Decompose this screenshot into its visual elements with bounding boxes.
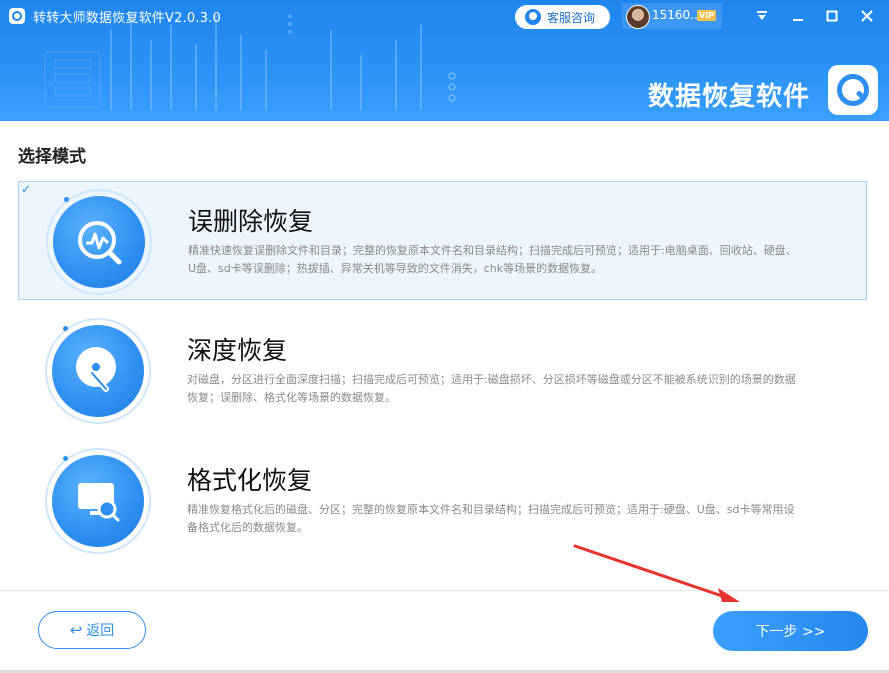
mode-name: 格式化恢复 (187, 466, 313, 495)
app-logo-icon (9, 8, 25, 24)
customer-service-icon (525, 9, 541, 25)
mode-name: 深度恢复 (187, 336, 288, 365)
customer-service-button[interactable]: 客服咨询 (515, 5, 610, 29)
maximize-button[interactable] (822, 6, 842, 26)
next-step-label: 下一步 >> (755, 624, 826, 640)
mode-description: 精准恢复格式化后的磁盘、分区；完整的恢复原本文件名和目录结构；扫描完成后可预览；… (187, 503, 795, 534)
back-arrow-icon: ↩ (69, 621, 83, 639)
mode-description: 精准快速恢复误删除文件和目录；完整的恢复原本文件名和目录结构；扫描完成后可预览；… (188, 244, 797, 275)
dropdown-icon (757, 11, 767, 20)
disk-scan-icon (52, 325, 144, 417)
checkmark-icon: ✓ (20, 182, 32, 196)
back-button-label: 返回 (86, 623, 115, 639)
brand-text: 数据恢复软件 (648, 82, 811, 112)
mode-description: 对磁盘，分区进行全面深度扫描；扫描完成后可预览；适用于:磁盘损坏、分区损坏等磁盘… (187, 373, 796, 404)
title-bar: 转转大师数据恢复软件V2.0.3.0 客服咨询 15160... VIP 数据恢… (0, 0, 889, 121)
close-icon (861, 10, 873, 22)
avatar (626, 5, 650, 29)
back-button[interactable]: ↩ 返回 (38, 611, 146, 649)
mode-name: 误删除恢复 (188, 207, 314, 236)
annotation-arrow-icon (573, 544, 740, 602)
search-wave-icon (53, 196, 145, 288)
maximize-icon (826, 10, 838, 22)
monitor-search-icon (52, 455, 144, 547)
user-name: 15160... (652, 8, 702, 22)
minimize-button[interactable] (788, 6, 808, 26)
mode-option-deleted-recovery[interactable]: ✓ 误删除恢复 精准快速恢复误删除文件和目录；完整的恢复原本文件名和目录结构；扫… (18, 181, 867, 300)
close-button[interactable] (857, 6, 877, 26)
user-account[interactable]: 15160... VIP (622, 3, 722, 29)
section-title: 选择模式 (18, 147, 86, 167)
minimize-icon (793, 19, 803, 21)
mode-option-deep-recovery[interactable]: 深度恢复 对磁盘，分区进行全面深度扫描；扫描完成后可预览；适用于:磁盘损坏、分区… (18, 311, 867, 430)
dropdown-menu-button[interactable] (752, 6, 772, 26)
vip-badge: VIP (697, 10, 717, 21)
app-title: 转转大师数据恢复软件V2.0.3.0 (33, 11, 221, 26)
brand-logo-icon (828, 65, 878, 115)
customer-service-label: 客服咨询 (547, 10, 596, 25)
next-step-button[interactable]: 下一步 >> (713, 611, 868, 651)
